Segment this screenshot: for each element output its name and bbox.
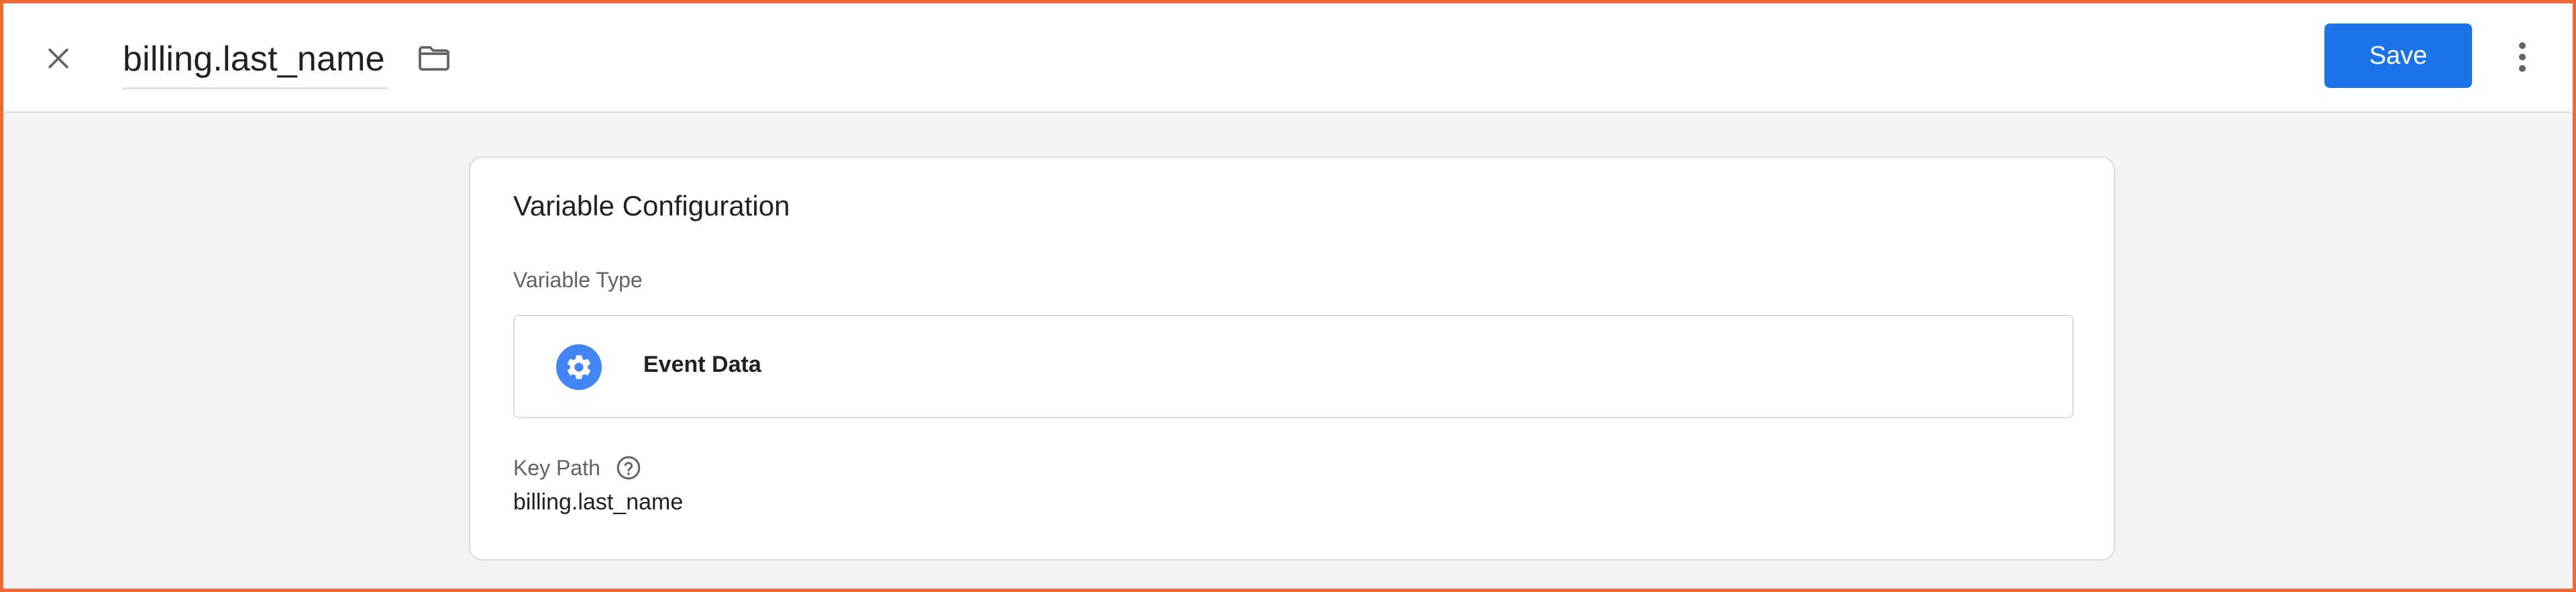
close-icon: [48, 48, 68, 68]
key-path-label-row: Key Path: [513, 453, 643, 483]
page-title: billing.last_name: [123, 39, 385, 79]
more-vert-icon: [2519, 42, 2526, 72]
header-bar: billing.last_name Save: [3, 3, 2573, 113]
key-path-label: Key Path: [513, 455, 600, 480]
folder-button[interactable]: [413, 37, 455, 80]
variable-type-label: Variable Type: [513, 268, 643, 292]
title-field[interactable]: billing.last_name: [123, 30, 388, 89]
key-path-value: billing.last_name: [513, 489, 684, 515]
help-icon[interactable]: [614, 453, 643, 483]
save-button[interactable]: Save: [2324, 23, 2472, 88]
card-title: Variable Configuration: [513, 190, 790, 221]
folder-icon: [419, 46, 449, 71]
variable-configuration-card: Variable Configuration Variable Type Eve…: [469, 156, 2115, 560]
variable-type-selector[interactable]: Event Data: [513, 315, 2074, 418]
app-frame: billing.last_name Save Variable Configur…: [0, 0, 2576, 592]
close-button[interactable]: [37, 37, 80, 80]
variable-type-value: Event Data: [643, 352, 761, 377]
gear-icon: [556, 344, 602, 390]
more-options-button[interactable]: [2502, 30, 2542, 84]
